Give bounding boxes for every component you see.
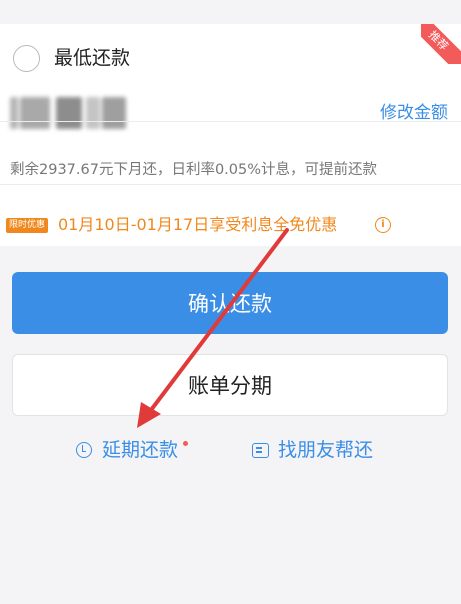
min-repay-radio[interactable] (13, 45, 40, 72)
remaining-info-text: 剩余2937.67元下月还，日利率0.05%计息，可提前还款 (10, 162, 378, 178)
repay-option-card: 推荐 最低还款 修改金额 剩余2937.67元下月还，日利率0.05%计息，可提… (0, 24, 461, 246)
recommend-badge-label: 推荐 (421, 24, 461, 64)
notification-dot (183, 440, 189, 446)
friend-help-label: 找朋友帮还 (278, 439, 374, 461)
info-icon[interactable]: i (375, 217, 391, 233)
friend-help-link[interactable]: 找朋友帮还 (252, 436, 373, 464)
clock-icon (76, 442, 92, 458)
divider (0, 121, 461, 122)
defer-repay-link[interactable]: 延期还款 (76, 436, 189, 464)
divider (0, 184, 461, 185)
blurred-amount (10, 97, 128, 129)
recommend-badge: 推荐 (421, 24, 461, 64)
min-repay-label: 最低还款 (54, 47, 131, 69)
edit-amount-link[interactable]: 修改金额 (380, 100, 448, 126)
message-icon (252, 442, 269, 458)
confirm-repay-button[interactable]: 确认还款 (12, 272, 448, 334)
bill-installment-button[interactable]: 账单分期 (12, 354, 448, 416)
defer-repay-label: 延期还款 (102, 439, 179, 461)
promo-tag: 限时优惠 (6, 218, 49, 233)
promo-text: 01月10日-01月17日享受利息全免优惠 (58, 215, 338, 234)
